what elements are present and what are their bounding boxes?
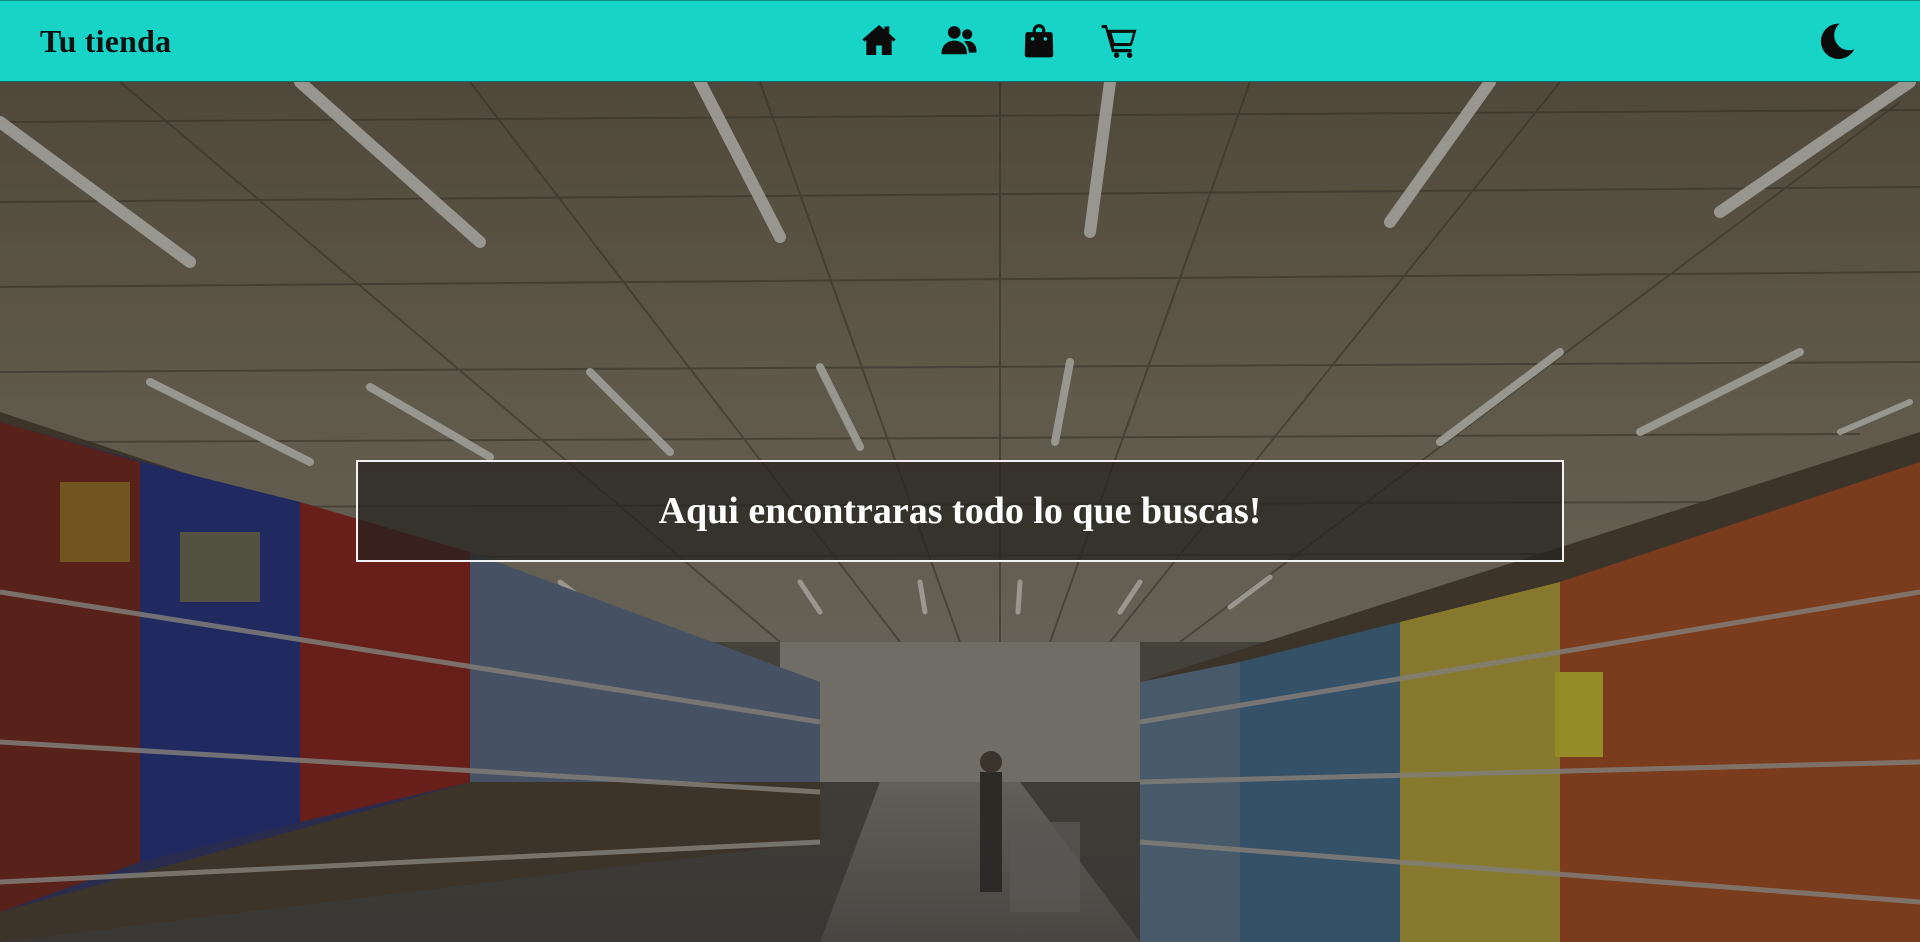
home-icon[interactable] xyxy=(860,19,898,61)
moon-icon[interactable] xyxy=(1816,20,1858,62)
hero-section: Aqui encontraras todo lo que buscas! xyxy=(0,82,1920,942)
users-icon[interactable] xyxy=(940,19,978,61)
hero-banner: Aqui encontraras todo lo que buscas! xyxy=(356,460,1564,562)
hero-headline: Aqui encontraras todo lo que buscas! xyxy=(658,490,1262,532)
top-navbar: Tu tienda xyxy=(0,0,1920,82)
brand-title[interactable]: Tu tienda xyxy=(40,23,300,60)
cart-icon[interactable] xyxy=(1100,19,1138,61)
nav-icon-group xyxy=(860,19,1138,61)
shopping-bag-icon[interactable] xyxy=(1020,19,1058,61)
